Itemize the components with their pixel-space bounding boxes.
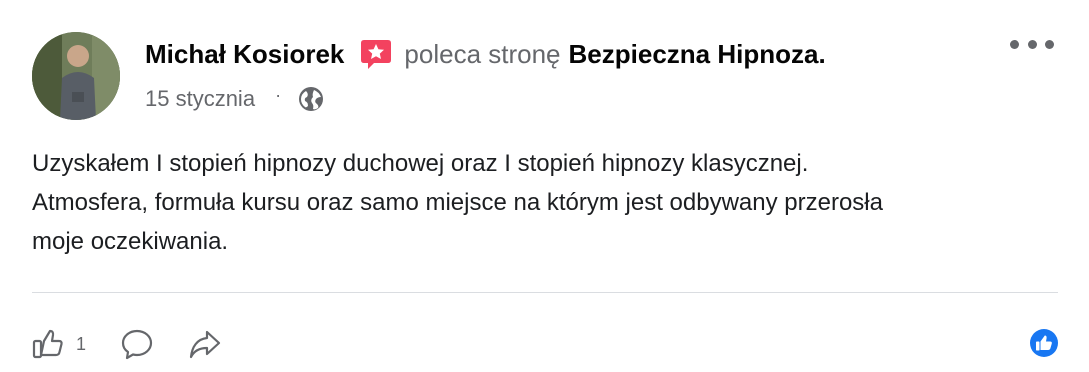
- like-button[interactable]: 1: [32, 328, 86, 360]
- review-text-line: Atmosfera, formuła kursu oraz samo miejs…: [32, 189, 883, 216]
- review-text-line: moje oczekiwania.: [32, 228, 229, 255]
- author-name[interactable]: Michał Kosiorek: [145, 39, 344, 70]
- post-date[interactable]: 15 stycznia: [145, 86, 255, 112]
- like-reaction-icon[interactable]: [1030, 329, 1058, 357]
- meta-separator: ·: [275, 84, 282, 105]
- divider: [32, 292, 1058, 293]
- comment-button[interactable]: [120, 327, 154, 361]
- comment-icon: [120, 327, 154, 361]
- thumbs-up-icon: [32, 328, 64, 360]
- share-icon: [188, 327, 222, 361]
- more-dot-icon: [1045, 39, 1054, 49]
- post-meta: 15 stycznia ·: [145, 84, 325, 114]
- more-dot-icon: [1010, 39, 1019, 49]
- review-post: Michał Kosiorek poleca stronę Bezpieczna…: [0, 0, 1089, 372]
- share-button[interactable]: [188, 327, 222, 361]
- page-name-link[interactable]: Bezpieczna Hipnoza.: [569, 39, 826, 70]
- recommends-text: poleca stronę: [404, 38, 561, 69]
- review-text-line: Uzyskałem I stopień hipnozy duchowej ora…: [32, 150, 809, 177]
- avatar[interactable]: [32, 32, 120, 120]
- recommendation-star-icon: [358, 36, 394, 72]
- like-count: 1: [76, 333, 87, 354]
- more-options-button[interactable]: [1010, 34, 1054, 54]
- review-text: Uzyskałem I stopień hipnozy duchowej ora…: [32, 144, 1042, 261]
- author-line: Michał Kosiorek poleca stronę Bezpieczna…: [145, 36, 826, 72]
- action-bar: 1: [32, 326, 222, 362]
- globe-icon: [297, 85, 325, 113]
- more-dot-icon: [1027, 39, 1037, 49]
